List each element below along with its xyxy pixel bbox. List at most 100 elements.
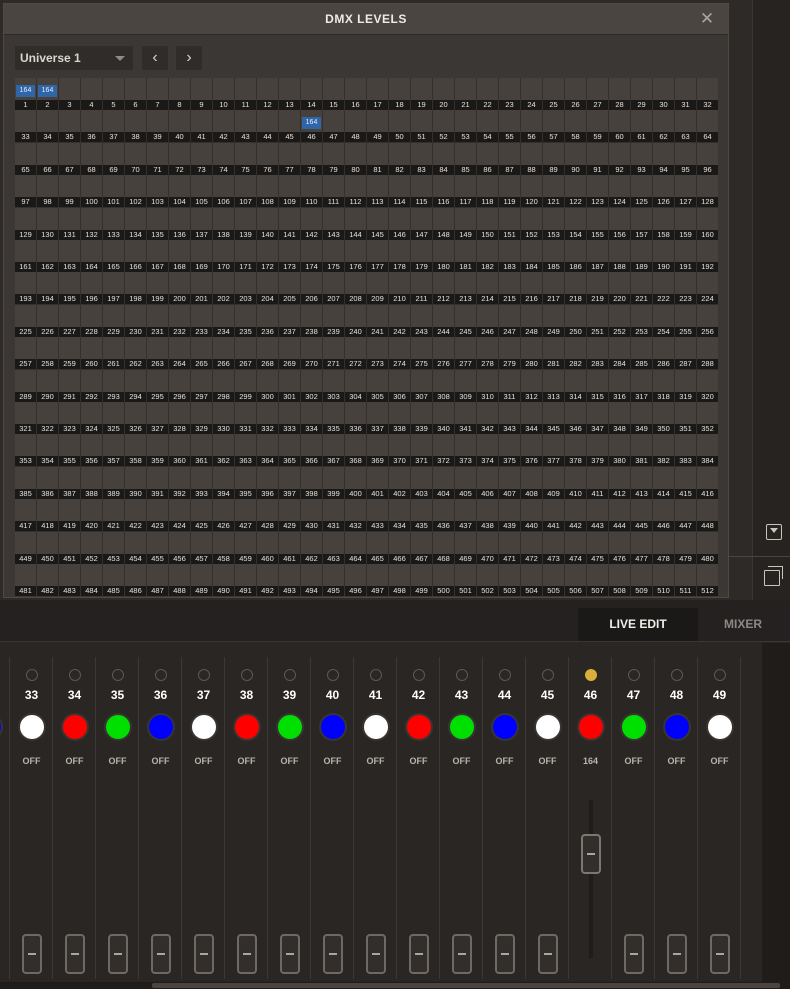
dmx-channel-cell[interactable]: 360: [169, 434, 190, 466]
previous-page-button[interactable]: ‹: [141, 45, 169, 71]
dmx-channel-cell[interactable]: 8: [169, 78, 190, 110]
dmx-channel-cell[interactable]: 130: [37, 208, 58, 240]
dmx-channel-cell[interactable]: 488: [169, 564, 190, 596]
fader-handle[interactable]: [452, 934, 472, 974]
dmx-channel-cell[interactable]: 189: [631, 240, 652, 272]
dmx-channel-cell[interactable]: 348: [609, 402, 630, 434]
dmx-channel-cell[interactable]: 47: [323, 110, 344, 142]
fader-track[interactable]: [589, 800, 593, 958]
dmx-channel-cell[interactable]: 502: [477, 564, 498, 596]
dmx-channel-cell[interactable]: 396: [257, 467, 278, 499]
dmx-channel-cell[interactable]: 461: [279, 532, 300, 564]
dmx-channel-cell[interactable]: 299: [235, 370, 256, 402]
dmx-channel-cell[interactable]: 152: [521, 208, 542, 240]
fader-handle[interactable]: [667, 934, 687, 974]
dmx-channel-cell[interactable]: 501: [455, 564, 476, 596]
dmx-channel-cell[interactable]: 315: [587, 370, 608, 402]
mixer-scrollbar-thumb[interactable]: [152, 983, 780, 988]
dmx-channel-cell[interactable]: 374: [477, 434, 498, 466]
dmx-channel-cell[interactable]: 351: [675, 402, 696, 434]
dmx-channel-cell[interactable]: 157: [631, 208, 652, 240]
fader-handle[interactable]: [710, 934, 730, 974]
dmx-channel-cell[interactable]: 138: [213, 208, 234, 240]
dmx-channel-cell[interactable]: 166: [125, 240, 146, 272]
dmx-channel-cell[interactable]: 352: [697, 402, 718, 434]
dmx-channel-cell[interactable]: 260: [81, 337, 102, 369]
dmx-channel-cell[interactable]: 277: [455, 337, 476, 369]
dmx-channel-cell[interactable]: 436: [433, 499, 454, 531]
dmx-channel-cell[interactable]: 475: [587, 532, 608, 564]
dmx-channel-cell[interactable]: 56: [521, 110, 542, 142]
next-page-button[interactable]: ›: [175, 45, 203, 71]
select-indicator-icon[interactable]: [671, 669, 683, 681]
dmx-channel-cell[interactable]: 303: [323, 370, 344, 402]
dmx-channel-cell[interactable]: 67: [59, 143, 80, 175]
dmx-channel-cell[interactable]: 38: [125, 110, 146, 142]
dmx-channel-cell[interactable]: 141: [279, 208, 300, 240]
select-indicator-icon[interactable]: [112, 669, 124, 681]
dmx-channel-cell[interactable]: 428: [257, 499, 278, 531]
fader-handle[interactable]: [323, 934, 343, 974]
dmx-channel-cell[interactable]: 32: [697, 78, 718, 110]
dmx-channel-cell[interactable]: 169: [191, 240, 212, 272]
dmx-channel-cell[interactable]: 269: [279, 337, 300, 369]
dmx-channel-cell[interactable]: 341: [455, 402, 476, 434]
dmx-channel-cell[interactable]: 437: [455, 499, 476, 531]
dmx-channel-cell[interactable]: 413: [631, 467, 652, 499]
dmx-channel-cell[interactable]: 81: [367, 143, 388, 175]
dmx-channel-cell[interactable]: 298: [213, 370, 234, 402]
dmx-channel-cell[interactable]: 121: [543, 175, 564, 207]
dmx-channel-cell[interactable]: 424: [169, 499, 190, 531]
dmx-channel-cell[interactable]: 57: [543, 110, 564, 142]
dmx-channel-cell[interactable]: 266: [213, 337, 234, 369]
dmx-channel-cell[interactable]: 504: [521, 564, 542, 596]
dmx-channel-cell[interactable]: 210: [389, 272, 410, 304]
dmx-channel-cell[interactable]: 405: [455, 467, 476, 499]
dmx-channel-cell[interactable]: 367: [323, 434, 344, 466]
dmx-channel-cell[interactable]: 312: [521, 370, 542, 402]
universe-select[interactable]: Universe 1: [14, 45, 134, 71]
dmx-channel-cell[interactable]: 22: [477, 78, 498, 110]
dmx-channel-cell[interactable]: 383: [675, 434, 696, 466]
dmx-channel-cell[interactable]: 432: [345, 499, 366, 531]
dmx-channel-cell[interactable]: 62: [653, 110, 674, 142]
dmx-channel-cell[interactable]: 490: [213, 564, 234, 596]
dmx-channel-cell[interactable]: 203: [235, 272, 256, 304]
dmx-channel-cell[interactable]: 450: [37, 532, 58, 564]
dmx-channel-cell[interactable]: 355: [59, 434, 80, 466]
dmx-channel-cell[interactable]: 425: [191, 499, 212, 531]
dmx-channel-cell[interactable]: 363: [235, 434, 256, 466]
dmx-channel-cell[interactable]: 347: [587, 402, 608, 434]
dmx-channel-cell[interactable]: 283: [587, 337, 608, 369]
dmx-channel-cell[interactable]: 190: [653, 240, 674, 272]
dmx-channel-cell[interactable]: 314: [565, 370, 586, 402]
dmx-channel-cell[interactable]: 27: [587, 78, 608, 110]
dmx-channel-cell[interactable]: 185: [543, 240, 564, 272]
dmx-channel-cell[interactable]: 453: [103, 532, 124, 564]
dmx-channel-cell[interactable]: 462: [301, 532, 322, 564]
fixture-color-swatch[interactable]: [622, 715, 646, 739]
dmx-channel-cell[interactable]: 31: [675, 78, 696, 110]
select-indicator-icon[interactable]: [241, 669, 253, 681]
dmx-channel-cell[interactable]: 399: [323, 467, 344, 499]
dmx-channel-cell[interactable]: 324: [81, 402, 102, 434]
dmx-channel-cell[interactable]: 248: [521, 305, 542, 337]
select-indicator-icon[interactable]: [628, 669, 640, 681]
dmx-channel-cell[interactable]: 375: [499, 434, 520, 466]
dmx-channel-cell[interactable]: 87: [499, 143, 520, 175]
dmx-channel-cell[interactable]: 505: [543, 564, 564, 596]
dmx-channel-cell[interactable]: 378: [565, 434, 586, 466]
dmx-channel-cell[interactable]: 77: [279, 143, 300, 175]
dmx-channel-cell[interactable]: 41: [191, 110, 212, 142]
dmx-channel-cell[interactable]: 480: [697, 532, 718, 564]
dmx-channel-cell[interactable]: 171: [235, 240, 256, 272]
dmx-channel-cell[interactable]: 24: [521, 78, 542, 110]
dmx-channel-cell[interactable]: 222: [653, 272, 674, 304]
dmx-channel-cell[interactable]: 146: [389, 208, 410, 240]
dmx-channel-cell[interactable]: 484: [81, 564, 102, 596]
dmx-channel-cell[interactable]: 309: [455, 370, 476, 402]
dmx-channel-cell[interactable]: 380: [609, 434, 630, 466]
dmx-channel-cell[interactable]: 23: [499, 78, 520, 110]
dmx-channel-cell[interactable]: 53: [455, 110, 476, 142]
dmx-channel-cell[interactable]: 206: [301, 272, 322, 304]
